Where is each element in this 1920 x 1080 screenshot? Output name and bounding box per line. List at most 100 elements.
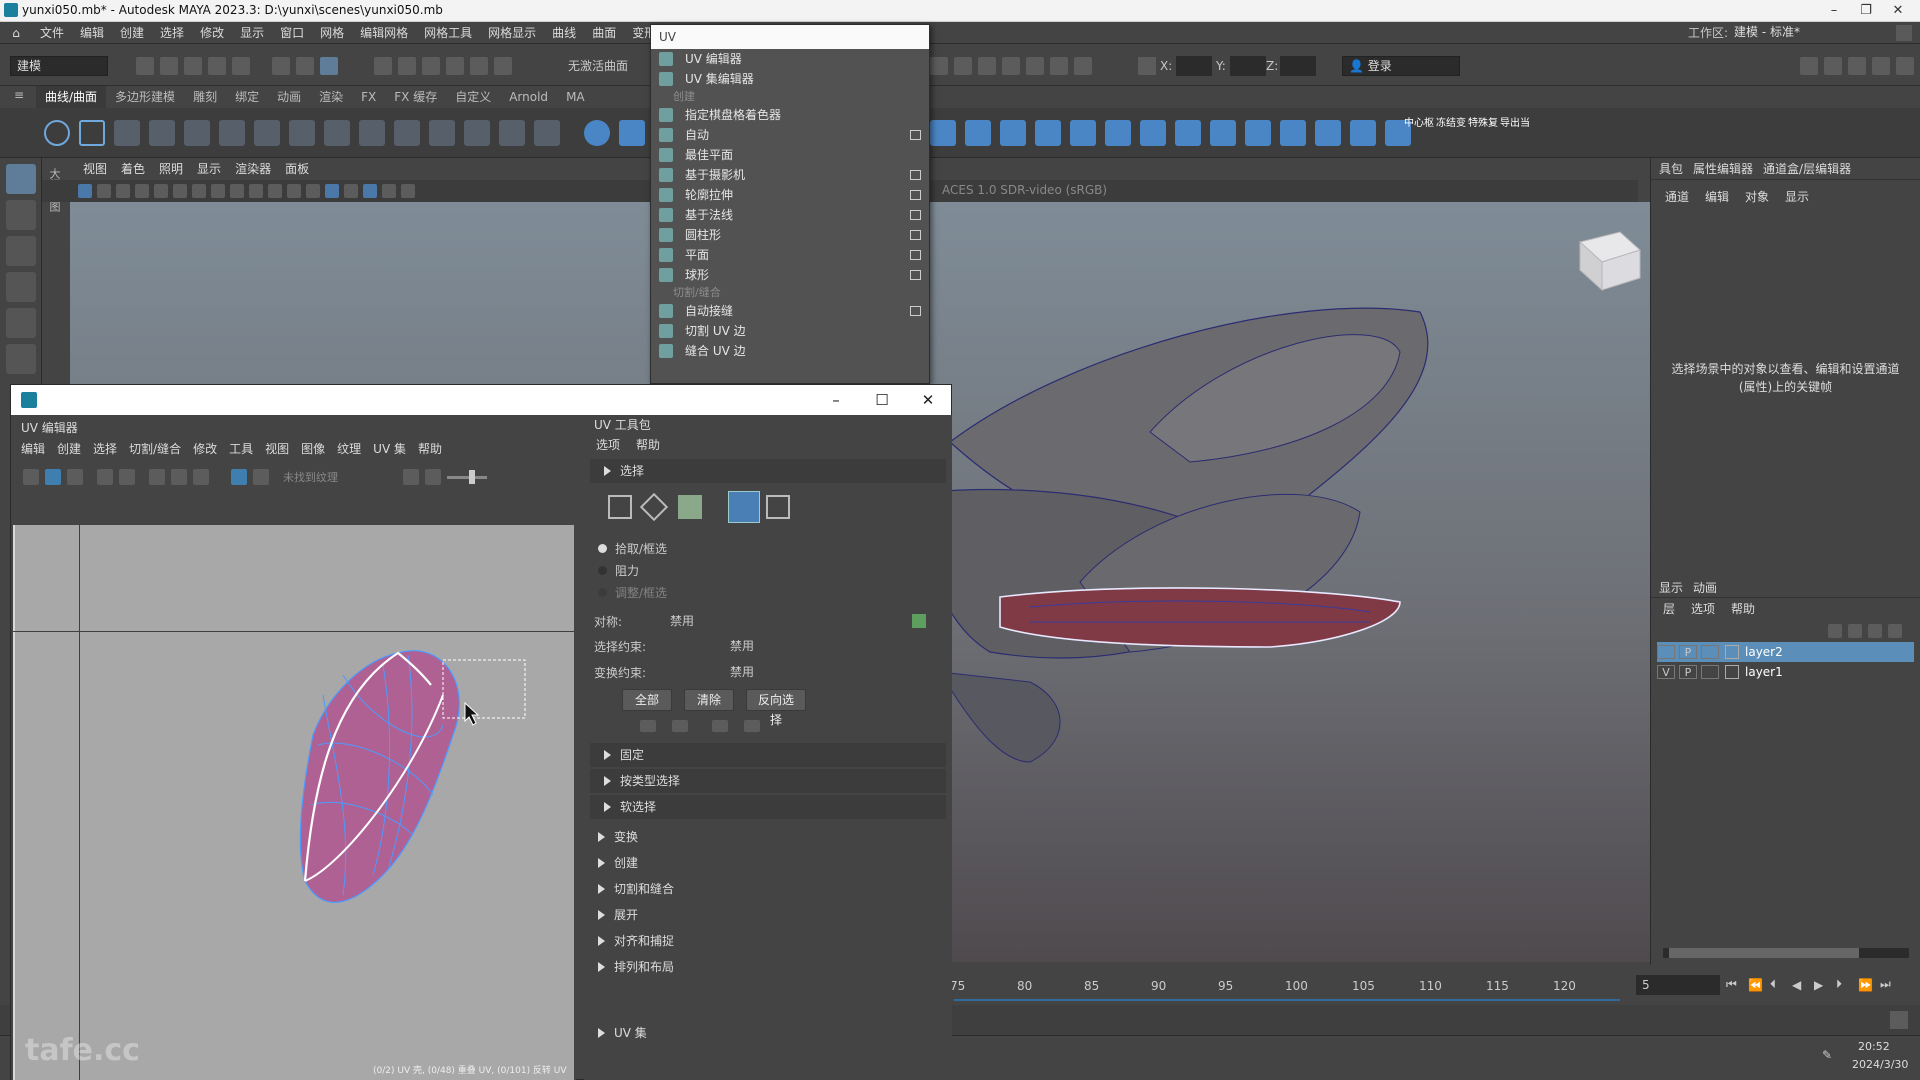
radio-button-icon[interactable] [598, 587, 607, 597]
attach-curve-icon[interactable] [324, 119, 350, 146]
trim-icon[interactable] [1210, 120, 1236, 146]
snap-point-icon[interactable] [422, 57, 440, 75]
uv-editor-menu-6[interactable]: 视图 [259, 439, 295, 459]
select-uv-mode-icon[interactable] [608, 495, 632, 519]
bezier-icon[interactable] [254, 119, 280, 146]
select-component-icon[interactable] [320, 57, 338, 75]
layer-tab-1[interactable]: 动画 [1693, 578, 1727, 598]
uv-menu-item[interactable]: 指定棋盘格着色器 [651, 105, 929, 125]
select-constraint-select[interactable]: 禁用 [724, 635, 904, 657]
uv-exposure-icon[interactable] [403, 469, 419, 485]
render-sequence-icon[interactable] [954, 57, 972, 75]
hypershade-icon[interactable] [1026, 57, 1044, 75]
lock-icon[interactable] [1896, 25, 1912, 41]
pause-icon[interactable] [1074, 57, 1092, 75]
menu-item-11[interactable]: 曲线 [544, 22, 584, 44]
uv-menu-item[interactable]: 基于摄影机 [651, 165, 929, 185]
uv-editor-menu-0[interactable]: 编辑 [15, 439, 51, 459]
uv-editor-menu-9[interactable]: UV 集 [367, 439, 412, 459]
toolkit-subsection-2[interactable]: 软选择 [590, 795, 946, 819]
z-field[interactable] [1280, 56, 1316, 76]
uv-display-icon[interactable] [171, 469, 187, 485]
attribute-editor-icon[interactable] [1824, 57, 1842, 75]
shelf-tab-1[interactable]: 多边形建模 [106, 86, 184, 108]
uv-grid-icon[interactable] [97, 469, 113, 485]
go-to-end-icon[interactable]: ⏭ [1880, 977, 1902, 992]
select-loop-icon[interactable] [744, 720, 760, 732]
layer-row[interactable]: Player2 [1657, 642, 1914, 662]
image-plane-icon[interactable] [135, 184, 149, 198]
uv-image-range-icon[interactable] [425, 469, 441, 485]
toolkit-section-5[interactable]: 排列和布局 [584, 955, 952, 979]
radio-option[interactable]: 阻力 [598, 559, 952, 581]
render-view-icon[interactable] [1050, 57, 1068, 75]
select-shell-mode-icon[interactable] [728, 491, 760, 523]
menu-item-12[interactable]: 曲面 [584, 22, 624, 44]
menu-item-0[interactable]: 文件 [32, 22, 72, 44]
pencil-curve-icon[interactable] [184, 119, 210, 146]
bookmark-icon[interactable] [116, 184, 130, 198]
option-box-icon[interactable] [910, 250, 921, 260]
uv-editor-menu-5[interactable]: 工具 [223, 439, 259, 459]
option-box-icon[interactable] [910, 306, 921, 316]
time-slider[interactable]: 75 80 85 90 95 100 105 110 115 120 5 ⏮ ⏪ ⏴ ◀ ▶ ⏵ … [950, 965, 1920, 1005]
move-layer-down-icon[interactable] [1848, 624, 1862, 638]
loft-icon[interactable] [965, 120, 991, 146]
new-scene-icon[interactable] [136, 57, 154, 75]
textured-icon[interactable] [363, 184, 377, 198]
undo-icon[interactable] [208, 57, 226, 75]
grid-toggle-icon[interactable] [192, 184, 206, 198]
uv-texture-space[interactable]: tafe.cc (0/2) UV 壳, (0/48) 重叠 UV, (0/101… [13, 525, 574, 1080]
view-cube[interactable] [1578, 231, 1641, 292]
channelbox-tab-1[interactable]: 属性编辑器 [1693, 158, 1763, 180]
clear-selection-button[interactable]: 清除 [684, 689, 734, 711]
viewport-menu-2[interactable]: 照明 [152, 158, 190, 180]
rebuild-curve-icon[interactable] [394, 119, 420, 146]
fillet-curve-icon[interactable] [464, 119, 490, 146]
revolve-icon[interactable] [930, 120, 956, 146]
new-layer-from-selection-icon[interactable] [1888, 624, 1902, 638]
shelf-tab-7[interactable]: FX 缓存 [385, 86, 446, 108]
birail-icon[interactable] [1070, 120, 1096, 146]
home-icon[interactable]: ⌂ [0, 26, 32, 40]
uv-menu-item[interactable]: 切割 UV 边 [651, 321, 929, 341]
camera-icon[interactable] [78, 184, 92, 198]
transform-constraint-select[interactable]: 禁用 [724, 661, 904, 683]
uv-menu-item[interactable]: 平面 [651, 245, 929, 265]
extrude-surface-icon[interactable] [1000, 120, 1026, 146]
uv-editor-menu-8[interactable]: 纹理 [331, 439, 367, 459]
menu-item-7[interactable]: 网格 [312, 22, 352, 44]
menu-item-5[interactable]: 显示 [232, 22, 272, 44]
offset-curve-icon[interactable] [429, 119, 455, 146]
select-all-button[interactable]: 全部 [622, 689, 672, 711]
preferences-icon[interactable] [1890, 1011, 1908, 1029]
toolkit-section-3[interactable]: 展开 [584, 903, 952, 927]
viewport-menu-4[interactable]: 渲染器 [228, 158, 278, 180]
menu-item-9[interactable]: 网格工具 [416, 22, 480, 44]
menu-item-2[interactable]: 创建 [112, 22, 152, 44]
select-tool-icon[interactable] [5, 164, 36, 194]
move-tool-icon[interactable] [5, 272, 36, 302]
shelf-menu-icon[interactable]: ≡ [14, 88, 28, 104]
toolkit-section-0[interactable]: 变换 [584, 825, 952, 849]
snap-live-icon[interactable] [494, 57, 512, 75]
uv-editor-menu-10[interactable]: 帮助 [412, 439, 448, 459]
curve-edit-icon[interactable] [289, 119, 315, 146]
channelbox-menu-2[interactable]: 对象 [1737, 186, 1777, 208]
close-button[interactable]: ✕ [1884, 2, 1912, 20]
uv-menu-item[interactable]: UV 编辑器 [651, 49, 929, 69]
channelbox-tab-0[interactable]: 具包 [1659, 158, 1693, 180]
colorspace-select[interactable]: ACES 1.0 SDR-video (sRGB) [942, 183, 1107, 197]
layer-name[interactable]: layer2 [1745, 642, 1783, 662]
grease-pencil-icon[interactable] [173, 184, 187, 198]
uv-editor-menu-4[interactable]: 修改 [187, 439, 223, 459]
symmetry-toggle-icon[interactable] [912, 614, 926, 628]
rebuild-surface-icon[interactable] [1350, 120, 1376, 146]
layer-row[interactable]: V Player1 [1657, 662, 1914, 682]
boundary-icon[interactable] [1105, 120, 1131, 146]
uv-menu-item[interactable]: 球形 [651, 265, 929, 285]
invert-selection-button[interactable]: 反向选择 [746, 689, 806, 727]
menu-item-6[interactable]: 窗口 [272, 22, 312, 44]
radio-button-icon[interactable] [598, 543, 607, 553]
step-back-key-icon[interactable]: ⏪ [1748, 978, 1770, 992]
